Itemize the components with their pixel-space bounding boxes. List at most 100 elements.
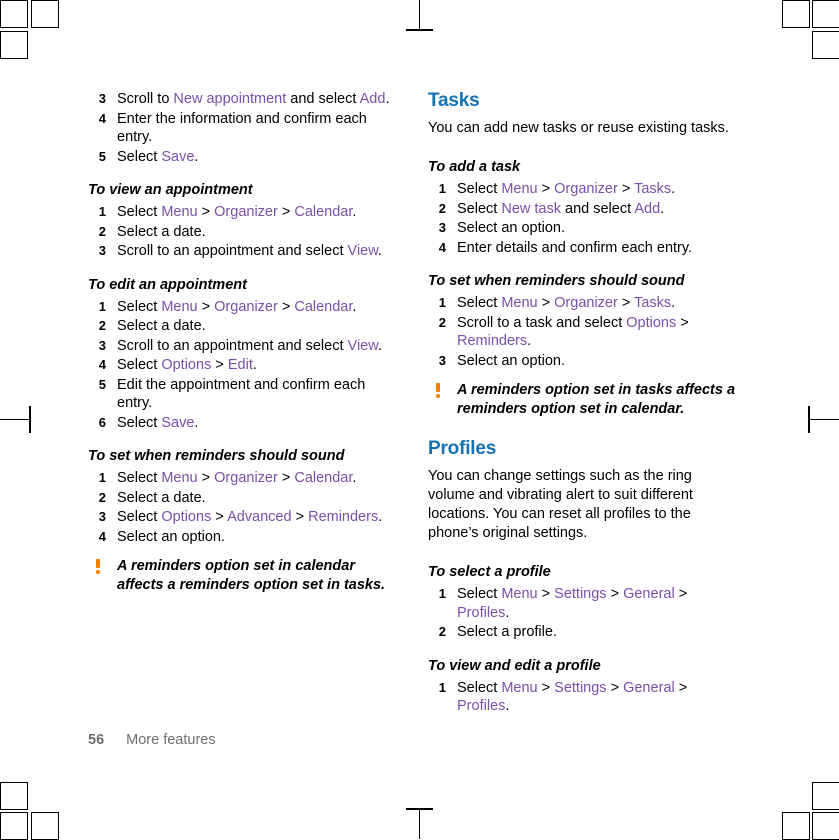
profiles-intro: You can change settings such as the ring… xyxy=(428,468,693,541)
footer-label: More features xyxy=(126,732,216,748)
step-item: 3 Select an option. xyxy=(428,219,740,238)
ui-term: Tasks xyxy=(634,295,672,311)
tasks-heading: Tasks xyxy=(428,90,480,111)
page-number: 56 xyxy=(88,732,105,748)
step-text-fragment: Select xyxy=(117,414,162,431)
step-item: 3 Select Options > Advanced > Reminders. xyxy=(88,508,400,527)
step-item: 4 Select an option. xyxy=(88,528,400,547)
ui-term: Profiles xyxy=(457,604,506,621)
step-text-fragment: Scroll to a task and select xyxy=(457,314,627,331)
ui-term: Edit xyxy=(227,357,253,373)
step-item: 5 Edit the appointment and confirm each e… xyxy=(88,376,400,413)
step-text-fragment: . xyxy=(378,509,383,525)
step-text-fragment: . xyxy=(194,414,199,431)
profiles-heading: Profiles xyxy=(428,438,497,459)
step-text-fragment: . xyxy=(252,357,257,373)
section-heading: To edit an appointment xyxy=(88,276,247,293)
step-number: 1 xyxy=(98,298,106,314)
step-text-fragment: > xyxy=(537,679,555,696)
step-text-fragment: > xyxy=(277,204,295,220)
step-item: 6 Select Save. xyxy=(88,414,400,433)
steps-list: 1 Select Menu > Settings > General > Prof… xyxy=(428,585,740,642)
step-text-fragment: Select a date. xyxy=(117,489,206,506)
tasks-sections: To add a task 1 Select Menu > Organizer > … xyxy=(428,152,740,370)
tasks-intro: You can add new tasks or reuse existing … xyxy=(428,120,729,136)
step-item: 4 Select Options > Edit. xyxy=(88,356,400,375)
step-number: 6 xyxy=(98,414,106,430)
step-number: 4 xyxy=(98,110,106,126)
step-text-fragment: > xyxy=(211,357,228,373)
step-text-fragment: . xyxy=(671,181,676,197)
step-text-fragment: Enter the information and confirm each e… xyxy=(117,110,367,146)
ui-term: New appointment xyxy=(173,91,287,107)
step-item: 1 Select Menu > Organizer > Calendar. xyxy=(88,298,400,317)
step-item: 5 Select Save. xyxy=(88,148,400,167)
ui-term: View xyxy=(347,243,378,259)
step-item: 1 Select Menu > Settings > General > Prof… xyxy=(428,679,740,716)
step-text-fragment: Select xyxy=(117,470,162,486)
step-text-fragment: Select xyxy=(117,509,162,525)
steps-list: 1 Select Menu > Organizer > Calendar. 2 Sel… xyxy=(88,469,400,546)
step-text-fragment: . xyxy=(505,698,510,714)
continued-steps-list: 3 Scroll to New appointment and select Ad… xyxy=(88,90,400,166)
step-text-fragment: > xyxy=(197,204,215,220)
ui-term: Organizer xyxy=(214,298,278,315)
step-text-fragment: . xyxy=(660,200,665,217)
step-text: Select an option. xyxy=(117,529,225,545)
ui-term: Menu xyxy=(161,298,198,315)
step-text-fragment: Select an option. xyxy=(457,352,566,369)
step-text-fragment: . xyxy=(671,295,676,311)
step-text-fragment: Select xyxy=(457,586,502,602)
step-text: Scroll to an appointment and select View… xyxy=(117,338,382,354)
step-text-fragment: Select xyxy=(117,357,162,373)
step-text-fragment: . xyxy=(352,204,357,220)
step-text: Select Menu > Organizer > Tasks. xyxy=(457,181,675,197)
step-text-fragment: Scroll to xyxy=(117,91,174,107)
ui-term: Organizer xyxy=(214,204,278,220)
right-column: Tasks You can add new tasks or reuse exi… xyxy=(428,90,740,717)
steps-list: 1 Select Menu > Organizer > Tasks. 2 Scroll… xyxy=(428,294,740,370)
left-sections: To view an appointment 1 Select Menu > Org… xyxy=(88,167,400,546)
ui-term: Options xyxy=(626,314,677,331)
step-text: Scroll to an appointment and select View… xyxy=(117,243,382,259)
step-item: 1 Select Menu > Organizer > Calendar. xyxy=(88,469,400,488)
step-number: 3 xyxy=(98,91,106,106)
step-text: Select an option. xyxy=(457,353,565,369)
step-item: 4 Enter details and confirm each entry. xyxy=(428,239,740,258)
step-item: 1 Select Menu > Organizer > Tasks. xyxy=(428,294,740,313)
ui-term: Organizer xyxy=(554,295,618,311)
ui-term: Reminders xyxy=(457,333,528,349)
step-text-fragment: Select xyxy=(457,295,502,311)
step-text-fragment: > xyxy=(277,298,295,315)
step-text-fragment: Select xyxy=(457,679,502,696)
ui-term: Calendar xyxy=(294,470,353,486)
step-text-fragment: . xyxy=(194,148,199,165)
step-text-fragment: Select a profile. xyxy=(457,624,557,640)
step-text-fragment: Edit the appointment and confirm each en… xyxy=(117,376,366,412)
section-heading: To set when reminders should sound xyxy=(88,448,345,464)
step-text-fragment: Select xyxy=(117,148,162,165)
step-text-fragment: > xyxy=(676,314,689,331)
section-heading: To select a profile xyxy=(428,564,551,580)
step-item: 1 Select Menu > Organizer > Tasks. xyxy=(428,180,740,199)
step-text: Enter details and confirm each entry. xyxy=(457,240,692,256)
ui-term: Calendar xyxy=(294,204,353,220)
step-text: Select Save. xyxy=(117,149,198,165)
step-number: 2 xyxy=(438,314,446,330)
step-number: 4 xyxy=(98,357,106,372)
step-text: Enter the information and confirm each e… xyxy=(117,111,367,146)
step-text-fragment: > xyxy=(606,679,624,696)
step-text-fragment: > xyxy=(617,295,635,311)
ui-term: Menu xyxy=(161,204,198,220)
step-text: Select a date. xyxy=(117,224,206,240)
step-item: 2 Select a date. xyxy=(88,317,400,336)
ui-term: Menu xyxy=(501,295,538,311)
step-text: Select Options > Edit. xyxy=(117,357,257,373)
step-text: Select Menu > Organizer > Calendar. xyxy=(117,299,356,315)
step-item: 1 Select Menu > Organizer > Calendar. xyxy=(88,203,400,222)
step-text-fragment: Select xyxy=(117,204,162,220)
step-text-fragment: > xyxy=(617,181,635,197)
